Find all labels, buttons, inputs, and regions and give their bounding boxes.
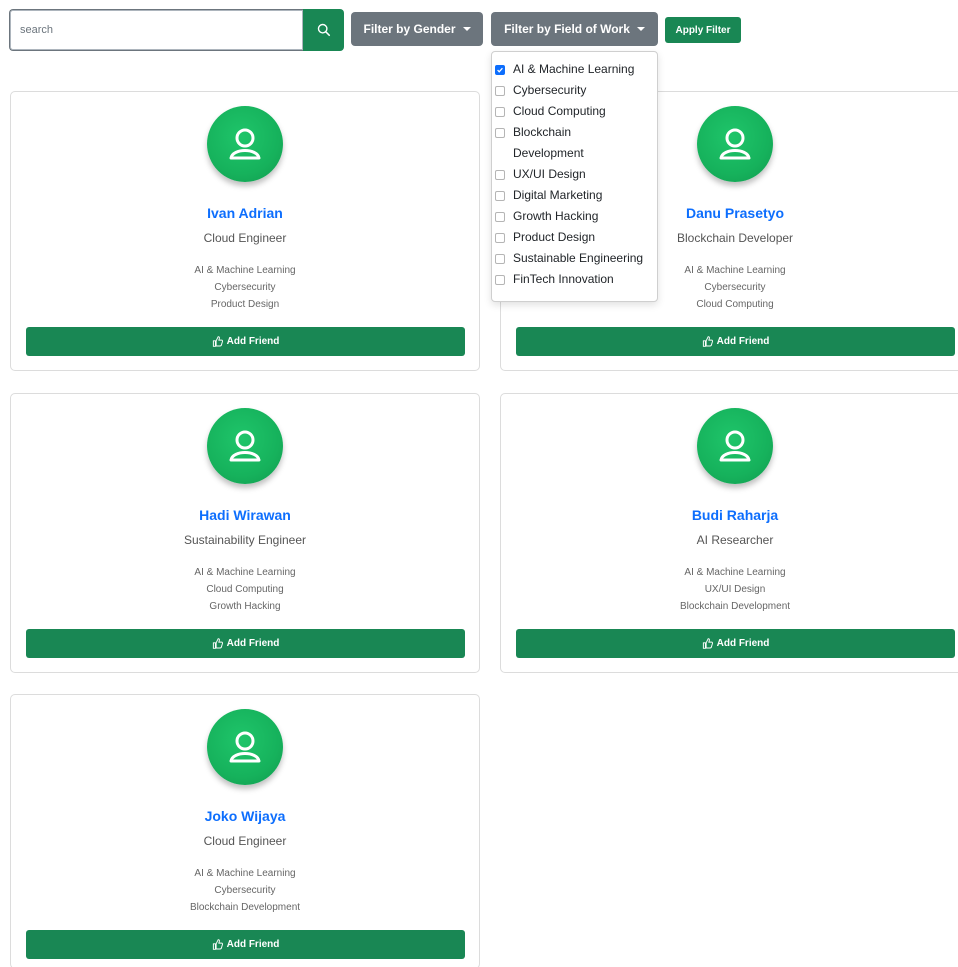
dropdown-item[interactable]: Digital Marketing [492, 185, 657, 206]
field-tag: AI & Machine Learning [194, 265, 296, 276]
thumbs-up-icon [212, 336, 223, 347]
add-friend-label: Add Friend [716, 638, 770, 649]
profile-fields: AI & Machine Learning Cybersecurity Bloc… [11, 865, 479, 916]
dropdown-item-label: AI & Machine Learning [513, 62, 635, 76]
field-tag: AI & Machine Learning [684, 567, 786, 578]
dropdown-item-label: UX/UI Design [513, 167, 586, 181]
add-friend-button[interactable]: Add Friend [516, 629, 955, 658]
dropdown-item-label: Growth Hacking [513, 209, 599, 223]
checkbox[interactable] [495, 275, 505, 285]
dropdown-item-label: Cybersecurity [513, 83, 587, 97]
profile-role: AI Researcher [696, 533, 774, 547]
field-tag: Cloud Computing [206, 584, 284, 595]
field-tag: UX/UI Design [704, 584, 766, 595]
profile-fields: AI & Machine Learning UX/UI Design Block… [501, 564, 958, 615]
dropdown-item[interactable]: UX/UI Design [492, 164, 657, 185]
field-tag: Product Design [210, 299, 280, 310]
checkbox[interactable] [495, 107, 505, 117]
add-friend-label: Add Friend [716, 336, 770, 347]
avatar [207, 408, 283, 484]
field-tag: Cybersecurity [214, 282, 276, 293]
checkbox[interactable] [495, 254, 505, 264]
user-icon [719, 128, 751, 160]
field-tag: AI & Machine Learning [194, 868, 296, 879]
add-friend-button[interactable]: Add Friend [516, 327, 955, 356]
thumbs-up-icon [212, 638, 223, 649]
avatar [207, 106, 283, 182]
profile-role: Sustainability Engineer [183, 533, 307, 547]
filter-field-label: Filter by Field of Work [504, 22, 630, 36]
field-tag: AI & Machine Learning [194, 567, 296, 578]
profile-fields: AI & Machine Learning Cloud Computing Gr… [11, 564, 479, 615]
field-tag: Cybersecurity [214, 885, 276, 896]
add-friend-button[interactable]: Add Friend [26, 930, 465, 959]
checkbox[interactable] [495, 191, 505, 201]
search-button[interactable] [303, 9, 344, 51]
field-tag: Blockchain Development [679, 601, 791, 612]
field-tag: Growth Hacking [209, 601, 281, 612]
profile-role: Cloud Engineer [203, 834, 287, 848]
dropdown-item-label: Sustainable Engineering [513, 251, 644, 265]
profile-card: Hadi Wirawan Sustainability Engineer AI … [10, 393, 480, 673]
add-friend-label: Add Friend [226, 336, 280, 347]
checkbox[interactable] [495, 65, 505, 75]
profile-name[interactable]: Joko Wijaya [11, 808, 479, 824]
dropdown-item-label: FinTech Innovation [513, 272, 614, 286]
avatar [697, 408, 773, 484]
caret-down-icon [462, 27, 471, 31]
field-tag: Blockchain Development [189, 902, 301, 913]
dropdown-item[interactable]: Cloud Computing [492, 101, 657, 122]
profile-fields: AI & Machine Learning Cybersecurity Prod… [11, 262, 479, 313]
profile-role: Cloud Engineer [203, 231, 287, 245]
avatar [207, 709, 283, 785]
checkbox[interactable] [495, 128, 505, 138]
dropdown-item[interactable]: Sustainable Engineering [492, 248, 657, 269]
filter-gender-button[interactable]: Filter by Gender [351, 12, 483, 46]
add-friend-button[interactable]: Add Friend [26, 327, 465, 356]
add-friend-button[interactable]: Add Friend [26, 629, 465, 658]
dropdown-item[interactable]: Product Design [492, 227, 657, 248]
apply-filter-button[interactable]: Apply Filter [665, 17, 741, 43]
checkbox[interactable] [495, 170, 505, 180]
profile-card: Joko Wijaya Cloud Engineer AI & Machine … [10, 694, 480, 967]
thumbs-up-icon [702, 336, 713, 347]
field-of-work-dropdown: AI & Machine Learning Cybersecurity Clou… [491, 51, 658, 302]
checkbox[interactable] [495, 212, 505, 222]
user-icon [229, 731, 261, 763]
dropdown-item[interactable]: Growth Hacking [492, 206, 657, 227]
profile-card: Budi Raharja AI Researcher AI & Machine … [500, 393, 958, 673]
search-icon [317, 23, 330, 37]
dropdown-item-label: Digital Marketing [513, 188, 603, 202]
checkbox[interactable] [495, 233, 505, 243]
filter-field-button[interactable]: Filter by Field of Work [491, 12, 658, 46]
checkbox[interactable] [495, 86, 505, 96]
page: Filter by Gender Filter by Field of Work… [0, 0, 958, 967]
dropdown-item-label: Cloud Computing [513, 104, 606, 118]
search-input[interactable] [9, 9, 303, 51]
profile-name[interactable]: Ivan Adrian [11, 205, 479, 221]
profile-name[interactable]: Hadi Wirawan [11, 507, 479, 523]
caret-down-icon [636, 27, 645, 31]
dropdown-item-label: Product Design [513, 230, 596, 244]
add-friend-label: Add Friend [226, 939, 280, 950]
user-icon [229, 128, 261, 160]
dropdown-item-label: Blockchain Development [513, 125, 584, 160]
filter-gender-label: Filter by Gender [363, 22, 456, 36]
profile-name[interactable]: Budi Raharja [501, 507, 958, 523]
thumbs-up-icon [212, 939, 223, 950]
user-icon [229, 430, 261, 462]
dropdown-item[interactable]: Cybersecurity [492, 80, 657, 101]
check-icon [497, 67, 503, 73]
search-group [9, 9, 344, 51]
add-friend-label: Add Friend [226, 638, 280, 649]
dropdown-item[interactable]: Blockchain Development [492, 122, 657, 164]
profile-card: Ivan Adrian Cloud Engineer AI & Machine … [10, 91, 480, 371]
avatar [697, 106, 773, 182]
dropdown-item[interactable]: FinTech Innovation [492, 269, 657, 290]
user-icon [719, 430, 751, 462]
thumbs-up-icon [702, 638, 713, 649]
dropdown-item[interactable]: AI & Machine Learning [492, 59, 657, 80]
